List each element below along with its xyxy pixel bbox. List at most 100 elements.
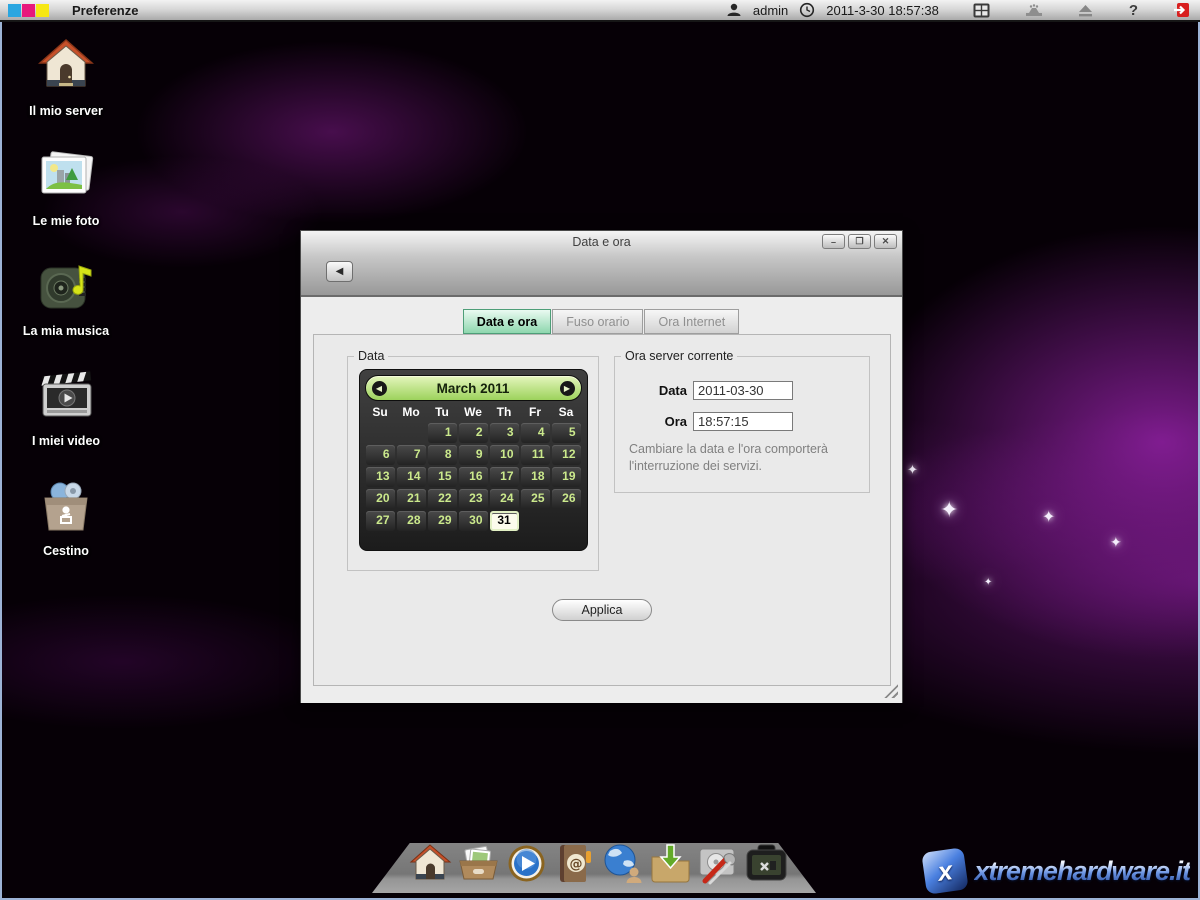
date-field[interactable] xyxy=(693,381,793,400)
calendar-day[interactable]: 5 xyxy=(552,423,581,443)
calendar-day[interactable]: 28 xyxy=(397,511,426,531)
tab-date-time[interactable]: Data e ora xyxy=(463,309,551,334)
calendar-day[interactable]: 11 xyxy=(521,445,550,465)
windows-grid-icon[interactable] xyxy=(973,1,991,19)
tab-timezone[interactable]: Fuso orario xyxy=(552,309,643,334)
music-icon xyxy=(35,256,97,318)
dock-contacts-icon[interactable]: @ xyxy=(552,841,597,886)
calendar-grid: 1 2 3 4 5 6 7 8 9 10 11 12 13 14 xyxy=(365,422,582,532)
sparkle-decoration: ✦ xyxy=(940,497,958,523)
calendar-day[interactable]: 12 xyxy=(552,445,581,465)
calendar-day[interactable]: 16 xyxy=(459,467,488,487)
desktop-item-label: Le mie foto xyxy=(12,214,120,228)
eject-icon[interactable] xyxy=(1077,1,1095,19)
svg-text:@: @ xyxy=(570,857,583,872)
window-header[interactable]: Data e ora – ❐ ✕ ◀ xyxy=(301,231,902,297)
maximize-button[interactable]: ❐ xyxy=(848,234,871,249)
calendar-prev-icon[interactable]: ◀ xyxy=(372,381,387,396)
tasks-icon[interactable] xyxy=(1025,1,1043,19)
weekday-label: Th xyxy=(489,405,520,419)
system-datetime: 2011-3-30 18:57:38 xyxy=(826,3,939,18)
date-legend: Data xyxy=(354,349,388,363)
dock-downloads-icon[interactable] xyxy=(648,841,693,886)
dock-photos-icon[interactable] xyxy=(456,841,501,886)
calendar-day[interactable]: 14 xyxy=(397,467,426,487)
calendar-day[interactable]: 18 xyxy=(521,467,550,487)
calendar-day[interactable]: 15 xyxy=(428,467,457,487)
dock-network-icon[interactable] xyxy=(600,841,645,886)
calendar-day[interactable]: 30 xyxy=(459,511,488,531)
dock-toolbox-icon[interactable] xyxy=(744,841,789,886)
back-button[interactable]: ◀ xyxy=(326,261,353,282)
weekday-label: We xyxy=(458,405,489,419)
time-field-label: Ora xyxy=(631,414,687,429)
desktop-item-label: I miei video xyxy=(12,434,120,448)
server-time-fieldset: Ora server corrente Data Ora Cambiare la… xyxy=(614,349,870,493)
date-field-label: Data xyxy=(631,383,687,398)
calendar-day[interactable]: 6 xyxy=(366,445,395,465)
calendar-header: ◀ March 2011 ▶ xyxy=(365,375,582,401)
calendar-day[interactable]: 22 xyxy=(428,489,457,509)
desktop-item-my-videos[interactable]: I miei video xyxy=(12,366,120,448)
calendar-day[interactable]: 20 xyxy=(366,489,395,509)
calendar-day[interactable]: 25 xyxy=(521,489,550,509)
tab-internet-time[interactable]: Ora Internet xyxy=(644,309,739,334)
desktop-item-label: Cestino xyxy=(12,544,120,558)
logo-square-yellow xyxy=(36,4,49,17)
calendar-day[interactable]: 23 xyxy=(459,489,488,509)
photos-icon xyxy=(35,146,97,208)
logo-letter: x xyxy=(922,847,969,894)
sparkle-decoration: ✦ xyxy=(1110,534,1122,551)
calendar-day[interactable]: 8 xyxy=(428,445,457,465)
calendar-day xyxy=(397,423,426,443)
calendar-day[interactable]: 10 xyxy=(490,445,519,465)
calendar-day[interactable]: 21 xyxy=(397,489,426,509)
videos-icon xyxy=(35,366,97,428)
logo-square-magenta xyxy=(22,4,35,17)
calendar-widget: ◀ March 2011 ▶ Su Mo Tu We Th Fr Sa xyxy=(359,369,588,551)
calendar-day[interactable]: 3 xyxy=(490,423,519,443)
window-title: Data e ora xyxy=(301,235,902,249)
desktop-item-my-server[interactable]: Il mio server xyxy=(12,36,120,118)
apply-button[interactable]: Applica xyxy=(552,599,652,621)
weekday-label: Fr xyxy=(520,405,551,419)
dock-disk-utility-icon[interactable] xyxy=(696,841,741,886)
settings-panel: Data ◀ March 2011 ▶ Su Mo Tu We Th Fr xyxy=(313,334,891,686)
calendar-month-title: March 2011 xyxy=(437,381,510,396)
calendar-day[interactable]: 4 xyxy=(521,423,550,443)
calendar-day[interactable]: 2 xyxy=(459,423,488,443)
weekday-label: Tu xyxy=(427,405,458,419)
close-button[interactable]: ✕ xyxy=(874,234,897,249)
calendar-day[interactable]: 17 xyxy=(490,467,519,487)
desktop-item-label: La mia musica xyxy=(12,324,120,338)
logout-icon[interactable] xyxy=(1172,1,1190,19)
calendar-day-selected[interactable]: 31 xyxy=(490,511,519,531)
date-time-window: Data e ora – ❐ ✕ ◀ Data e oraFuso orario… xyxy=(300,230,903,703)
sparkle-decoration: ✦ xyxy=(907,462,918,478)
dock-home-icon[interactable] xyxy=(408,841,453,886)
menubar-title: Preferenze xyxy=(72,3,138,18)
help-icon[interactable]: ? xyxy=(1129,2,1138,19)
desktop-item-my-photos[interactable]: Le mie foto xyxy=(12,146,120,228)
sparkle-decoration: ✦ xyxy=(1042,507,1055,527)
logged-in-user[interactable]: admin xyxy=(753,3,788,18)
time-field[interactable] xyxy=(693,412,793,431)
weekday-label: Mo xyxy=(396,405,427,419)
trash-icon xyxy=(35,476,97,538)
app-logo xyxy=(8,4,50,17)
desktop-item-my-music[interactable]: La mia musica xyxy=(12,256,120,338)
home-icon xyxy=(35,36,97,98)
calendar-day[interactable]: 26 xyxy=(552,489,581,509)
calendar-day[interactable]: 24 xyxy=(490,489,519,509)
calendar-next-icon[interactable]: ▶ xyxy=(560,381,575,396)
calendar-day[interactable]: 9 xyxy=(459,445,488,465)
desktop-item-trash[interactable]: Cestino xyxy=(12,476,120,558)
calendar-day[interactable]: 19 xyxy=(552,467,581,487)
minimize-button[interactable]: – xyxy=(822,234,845,249)
calendar-day[interactable]: 29 xyxy=(428,511,457,531)
calendar-day[interactable]: 27 xyxy=(366,511,395,531)
dock-media-player-icon[interactable] xyxy=(504,841,549,886)
calendar-day[interactable]: 1 xyxy=(428,423,457,443)
calendar-day[interactable]: 13 xyxy=(366,467,395,487)
calendar-day[interactable]: 7 xyxy=(397,445,426,465)
